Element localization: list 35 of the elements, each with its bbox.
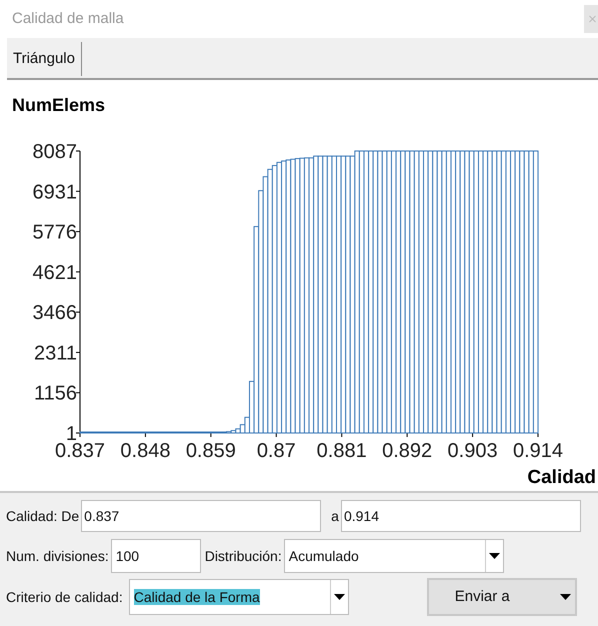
dropdown[interactable]: Calidad de la Forma [128, 579, 349, 615]
y-axis-title: NumElems [12, 95, 106, 115]
y-tick-label: 5776 [32, 222, 77, 244]
input-field[interactable]: 0.914 [340, 500, 581, 532]
send-to-button[interactable]: Enviar a [426, 578, 577, 616]
x-axis-title: Calidad [527, 467, 596, 488]
close-button[interactable] [584, 5, 598, 33]
x-tick-label: 0.848 [120, 440, 170, 462]
y-tick-label: 1156 [34, 382, 77, 405]
x-tick-label: 0.903 [448, 440, 498, 462]
x-tick-label: 0.881 [316, 440, 367, 462]
y-tick-label: 3466 [32, 302, 77, 324]
input-field[interactable]: 0.837 [81, 500, 322, 532]
y-tick-label: 6931 [32, 181, 77, 204]
y-tick-label: 8087 [32, 141, 77, 163]
dropdown-arrow-icon [488, 553, 500, 559]
x-tick-label: 0.859 [186, 440, 236, 462]
field-label: Distribución: [204, 546, 282, 566]
y-tick-label: 2311 [34, 342, 77, 364]
caret-icon [560, 594, 571, 600]
x-tick-label: 0.892 [382, 440, 432, 462]
field-label: Calidad: De [6, 506, 80, 526]
y-tick-label: 4621 [32, 262, 77, 284]
dropdown-arrow-icon [334, 594, 345, 600]
field-label: a [331, 506, 339, 526]
close-icon [587, 13, 598, 25]
x-tick-label: 0.837 [54, 440, 106, 462]
field-label: Criterio de calidad: [6, 588, 123, 606]
dropdown[interactable]: Acumulado [284, 539, 504, 573]
field-label: Num. divisiones: [6, 546, 109, 566]
window-title: Calidad de malla [12, 8, 124, 29]
x-tick-label: 0.87 [256, 440, 296, 462]
tab[interactable]: Triángulo [7, 42, 82, 76]
x-tick-label: 0.914 [512, 440, 564, 462]
input-field[interactable]: 100 [110, 539, 201, 573]
